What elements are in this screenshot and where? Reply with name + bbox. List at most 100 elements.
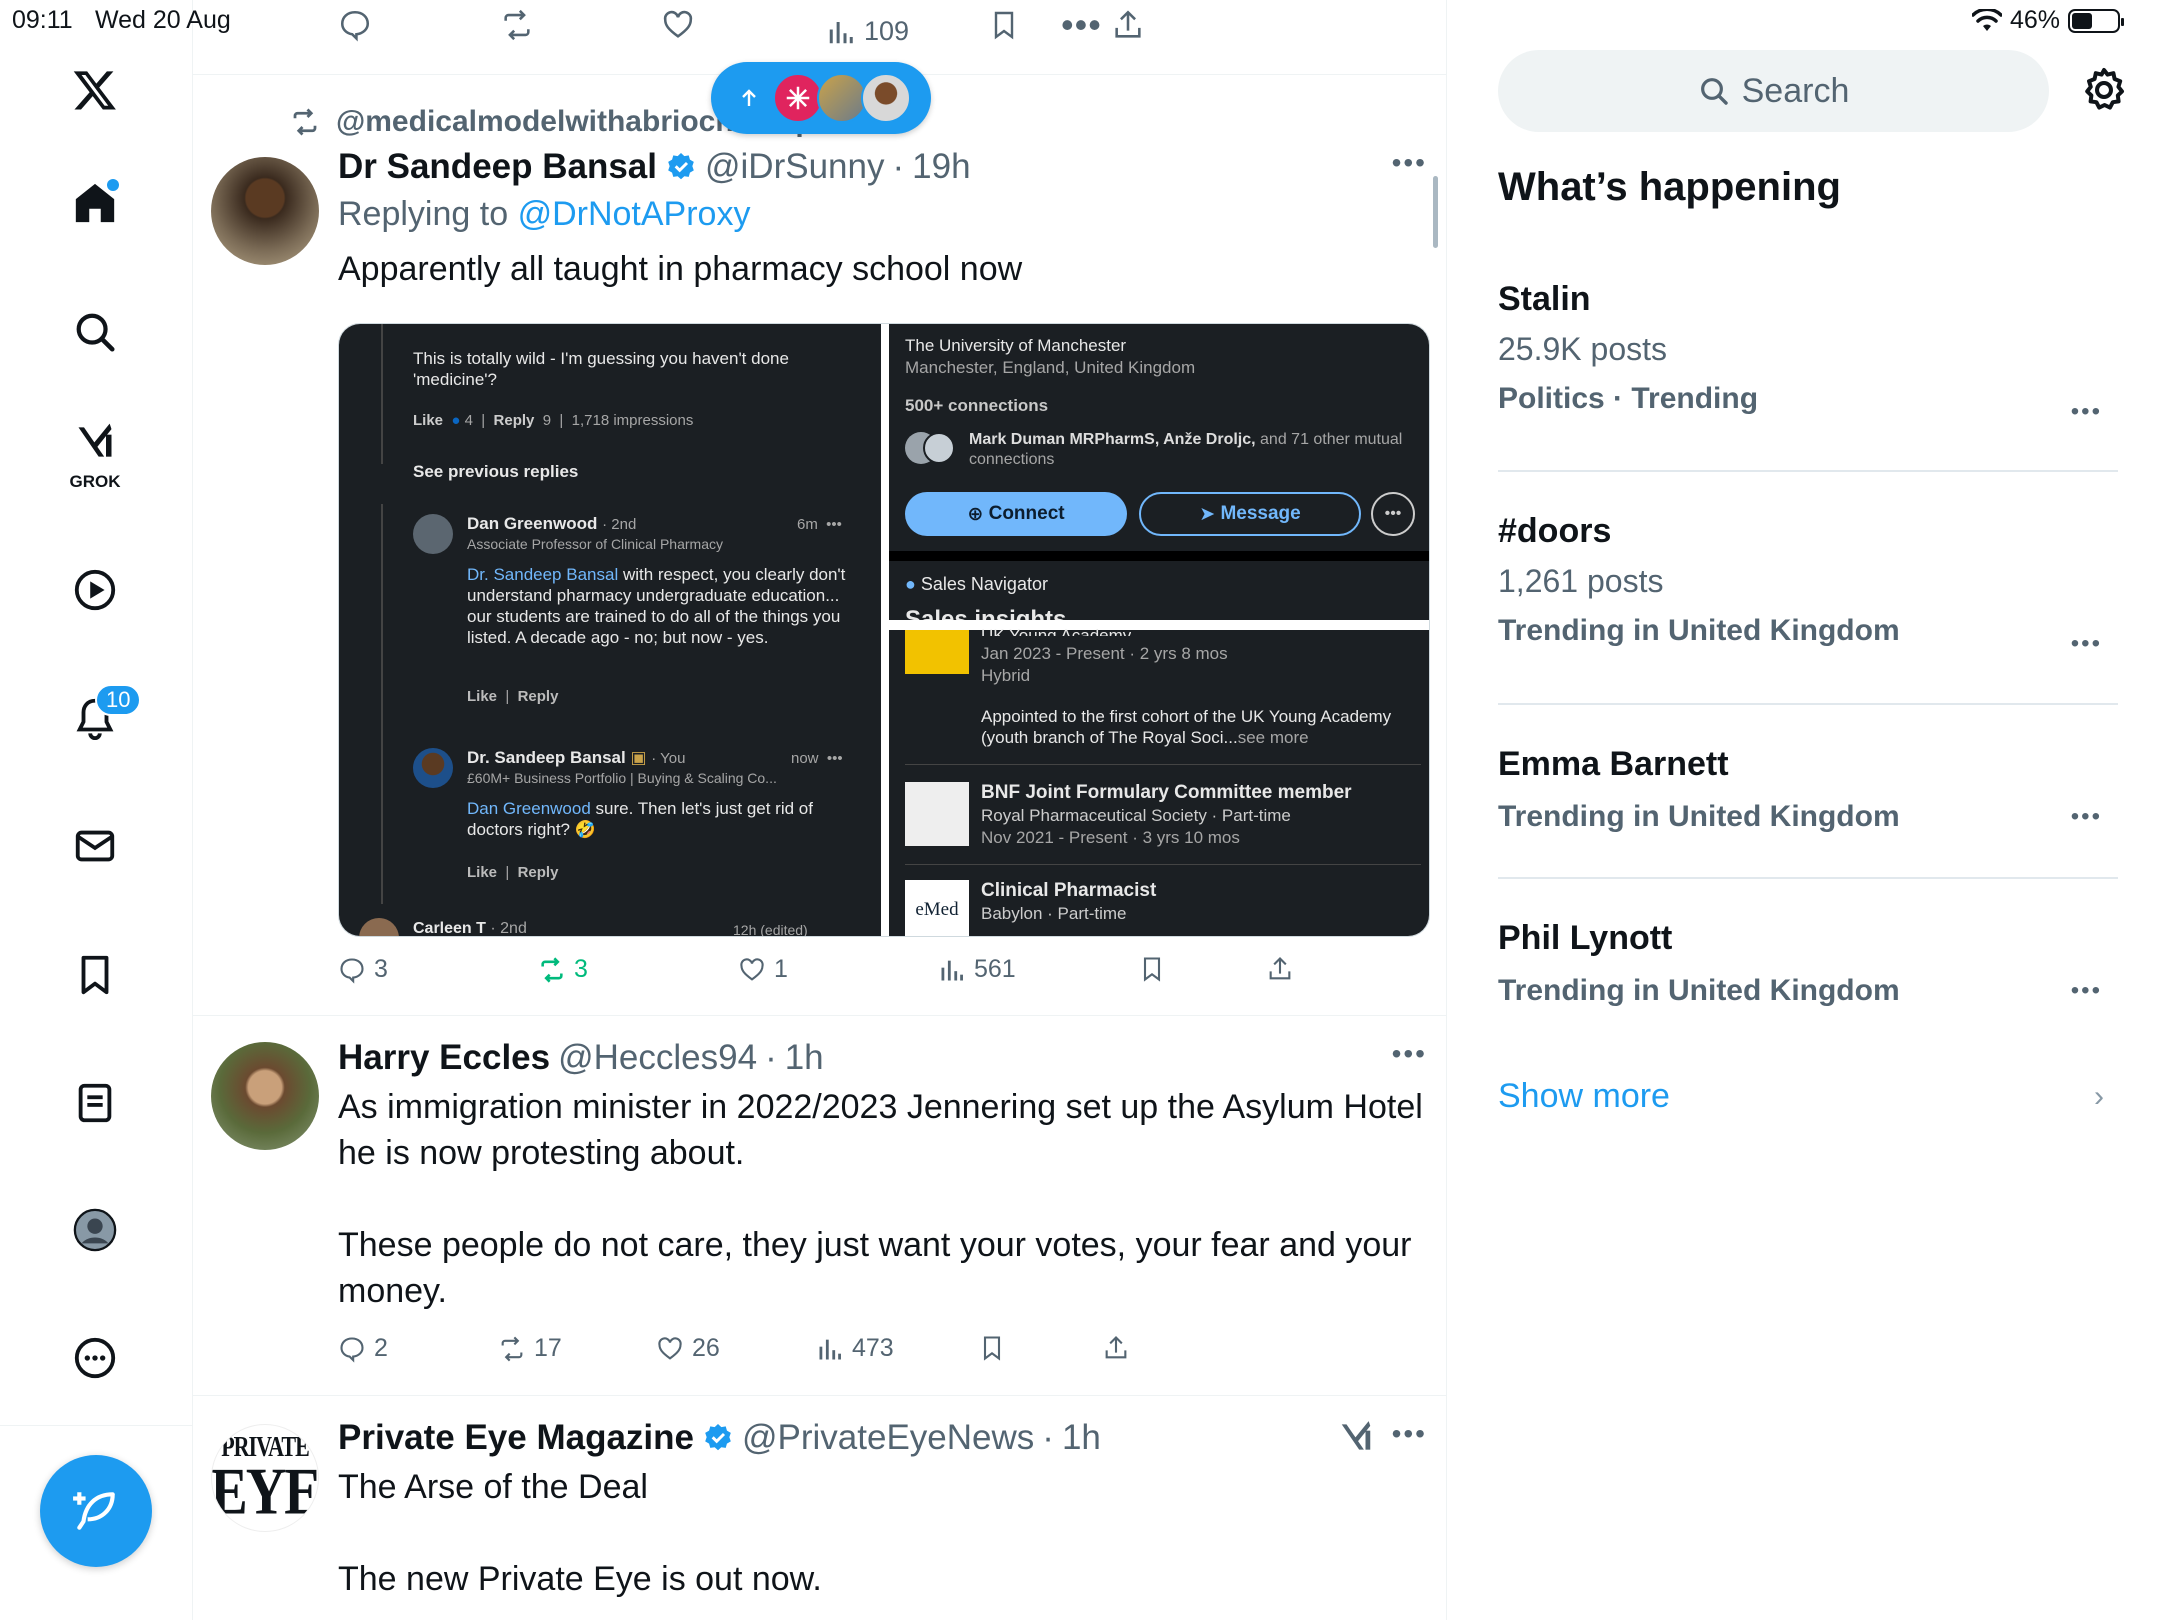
tweet-harry[interactable]: Harry Eccles @Heccles94 · 1h ••• As immi… — [193, 1016, 1446, 1396]
pill-avatar-1 — [773, 73, 823, 123]
reply-count: 3 — [374, 955, 388, 983]
tweet-private-eye[interactable]: PRIVATE EYE Private Eye Magazine @Privat… — [193, 1396, 1446, 1620]
mr-exp2-title: BNF Joint Formulary Committee member — [981, 782, 1352, 803]
tweet-text: The Arse of the Deal The new Private Eye… — [338, 1468, 822, 1598]
tweet-time: 1h — [1061, 1418, 1101, 1457]
tweet-sandeep[interactable]: @medicalmodelwithabrioch... reposted Dr … — [193, 75, 1446, 1016]
timeline: 109 ••• @medicalmodelwithabrioch... repo… — [193, 0, 1447, 1620]
trend-item[interactable]: Emma Barnett Trending in United Kingdom … — [1498, 745, 2118, 834]
views-button[interactable]: 561 — [938, 955, 1016, 984]
bookmarks-icon[interactable] — [65, 945, 125, 1005]
notifications-icon[interactable]: 10 — [65, 684, 142, 748]
mr-exp3-title: Clinical Pharmacist — [981, 880, 1157, 901]
show-more-link[interactable]: Show more — [1498, 1077, 1670, 1116]
ml-c1-text: Dr. Sandeep Bansal with respect, you cle… — [467, 565, 846, 647]
pill-avatar-2 — [817, 73, 867, 123]
battery-percent: 46% — [2009, 6, 2060, 34]
status-bar: 09:11 Wed 20 Aug 46% — [0, 0, 2160, 40]
repost-count: 17 — [534, 1334, 562, 1362]
search-input[interactable]: Search — [1498, 50, 2049, 132]
avatar[interactable]: PRIVATE EYE — [211, 1424, 319, 1532]
views-count: 473 — [852, 1334, 894, 1362]
repost-button[interactable]: 3 — [538, 955, 588, 984]
bookmark-button[interactable] — [1138, 955, 1166, 983]
trend-more-icon[interactable]: ••• — [2071, 630, 2102, 658]
tweet-time: 19h — [912, 147, 971, 186]
tweet-body: Private Eye Magazine @PrivateEyeNews · 1… — [338, 1418, 1427, 1602]
mr-exp1-type: Hybrid — [981, 666, 1031, 685]
right-column: Search What’s happening Stalin 25.9K pos… — [1448, 0, 2160, 1620]
trend-name: Stalin — [1498, 280, 1591, 318]
verified-badge-icon — [668, 153, 694, 180]
trend-item[interactable]: #doors 1,261 posts Trending in United Ki… — [1498, 512, 2118, 657]
avatar[interactable] — [211, 157, 319, 265]
reply-button[interactable]: 3 — [338, 955, 388, 984]
replying-to-link[interactable]: @DrNotAProxy — [518, 195, 751, 233]
bookmark-button[interactable] — [978, 1334, 1006, 1362]
author-name[interactable]: Private Eye Magazine — [338, 1418, 694, 1458]
home-icon[interactable] — [65, 173, 125, 233]
ml-c2-text: Dan Greenwood sure. Then let's just get … — [467, 799, 813, 839]
trend-item[interactable]: Phil Lynott Trending in United Kingdom •… — [1498, 919, 2118, 1008]
mr-exp1-dates: Jan 2023 - Present · 2 yrs 8 mos — [981, 644, 1228, 663]
trend-count: 25.9K posts — [1498, 331, 1667, 367]
mr-exp1-desc: Appointed to the first cohort of the UK … — [981, 707, 1392, 747]
mr-uni: The University of Manchester — [905, 336, 1127, 355]
trend-more-icon[interactable]: ••• — [2071, 398, 2102, 426]
video-icon[interactable] — [65, 560, 125, 620]
trend-category: Trending in United Kingdom — [1498, 614, 1900, 647]
more-icon[interactable] — [65, 1328, 125, 1388]
author-handle[interactable]: @iDrSunny — [705, 147, 884, 187]
tweet-more-icon[interactable]: ••• — [1392, 1418, 1427, 1450]
share-button[interactable] — [1102, 1334, 1130, 1362]
x-logo-icon[interactable] — [65, 60, 125, 120]
tweet-more-icon[interactable]: ••• — [1392, 1038, 1427, 1070]
compose-button[interactable] — [40, 1455, 152, 1567]
new-posts-pill[interactable] — [711, 62, 931, 134]
ml-c1-title: Associate Professor of Clinical Pharmacy — [467, 536, 723, 552]
trend-name: #doors — [1498, 512, 1612, 550]
lists-icon[interactable] — [65, 1073, 125, 1133]
avatar[interactable] — [211, 1042, 319, 1150]
author-name[interactable]: Harry Eccles — [338, 1038, 550, 1078]
ml-c2-title: £60M+ Business Portfolio | Buying & Scal… — [467, 770, 777, 786]
messages-icon[interactable] — [65, 816, 125, 876]
mr-exp3-logo: eMed — [905, 880, 969, 936]
like-button[interactable]: 1 — [738, 955, 788, 984]
like-button[interactable]: 26 — [656, 1334, 720, 1363]
ml-c2-avatar — [413, 748, 453, 788]
grok-explain-icon[interactable] — [1337, 1418, 1375, 1456]
timeline-scrollbar[interactable] — [1433, 176, 1438, 248]
tweet-header: Private Eye Magazine @PrivateEyeNews · 1… — [338, 1418, 1427, 1458]
author-handle[interactable]: @Heccles94 — [558, 1038, 757, 1078]
repost-icon — [293, 108, 317, 136]
settings-gear-icon[interactable] — [2080, 66, 2128, 114]
trend-more-icon[interactable]: ••• — [2071, 977, 2102, 1005]
trend-item[interactable]: Stalin 25.9K posts Politics · Trending •… — [1498, 280, 2118, 425]
ml-c2-name: Dr. Sandeep Bansal ▣ · You — [467, 748, 686, 767]
repost-count: 3 — [574, 955, 588, 983]
ml-see-previous: See previous replies — [413, 462, 579, 481]
views-button[interactable]: 473 — [816, 1334, 894, 1363]
repost-button[interactable]: 17 — [498, 1334, 562, 1363]
profile-avatar-icon[interactable] — [65, 1200, 125, 1260]
author-handle[interactable]: @PrivateEyeNews — [742, 1418, 1034, 1458]
mr-connect-button: ⊕ Connect — [905, 492, 1127, 536]
mr-more-button: ••• — [1371, 492, 1415, 536]
search-icon[interactable] — [65, 302, 125, 362]
mr-exp1-title: UK Young Academy — [981, 626, 1132, 636]
reply-button[interactable]: 2 — [338, 1334, 388, 1363]
mr-exp3-org: Babylon · Part-time — [981, 904, 1127, 923]
tweet-more-icon[interactable]: ••• — [1392, 147, 1427, 179]
ml-c3-name: Carleen T · 2nd — [413, 920, 527, 937]
share-button[interactable] — [1266, 955, 1294, 983]
tweet-text: As immigration minister in 2022/2023 Jen… — [338, 1088, 1423, 1310]
author-name[interactable]: Dr Sandeep Bansal — [338, 147, 657, 187]
reply-count: 2 — [374, 1334, 388, 1362]
trend-more-icon[interactable]: ••• — [2071, 803, 2102, 831]
media-right-panel: The University of Manchester Manchester,… — [889, 324, 1429, 936]
mr-exp2-dates: Nov 2021 - Present · 3 yrs 10 mos — [981, 828, 1240, 847]
tweet-media-image[interactable]: This is totally wild - I'm guessing you … — [338, 323, 1430, 937]
like-count: 1 — [774, 955, 788, 983]
grok-icon[interactable]: GROK — [65, 420, 125, 491]
